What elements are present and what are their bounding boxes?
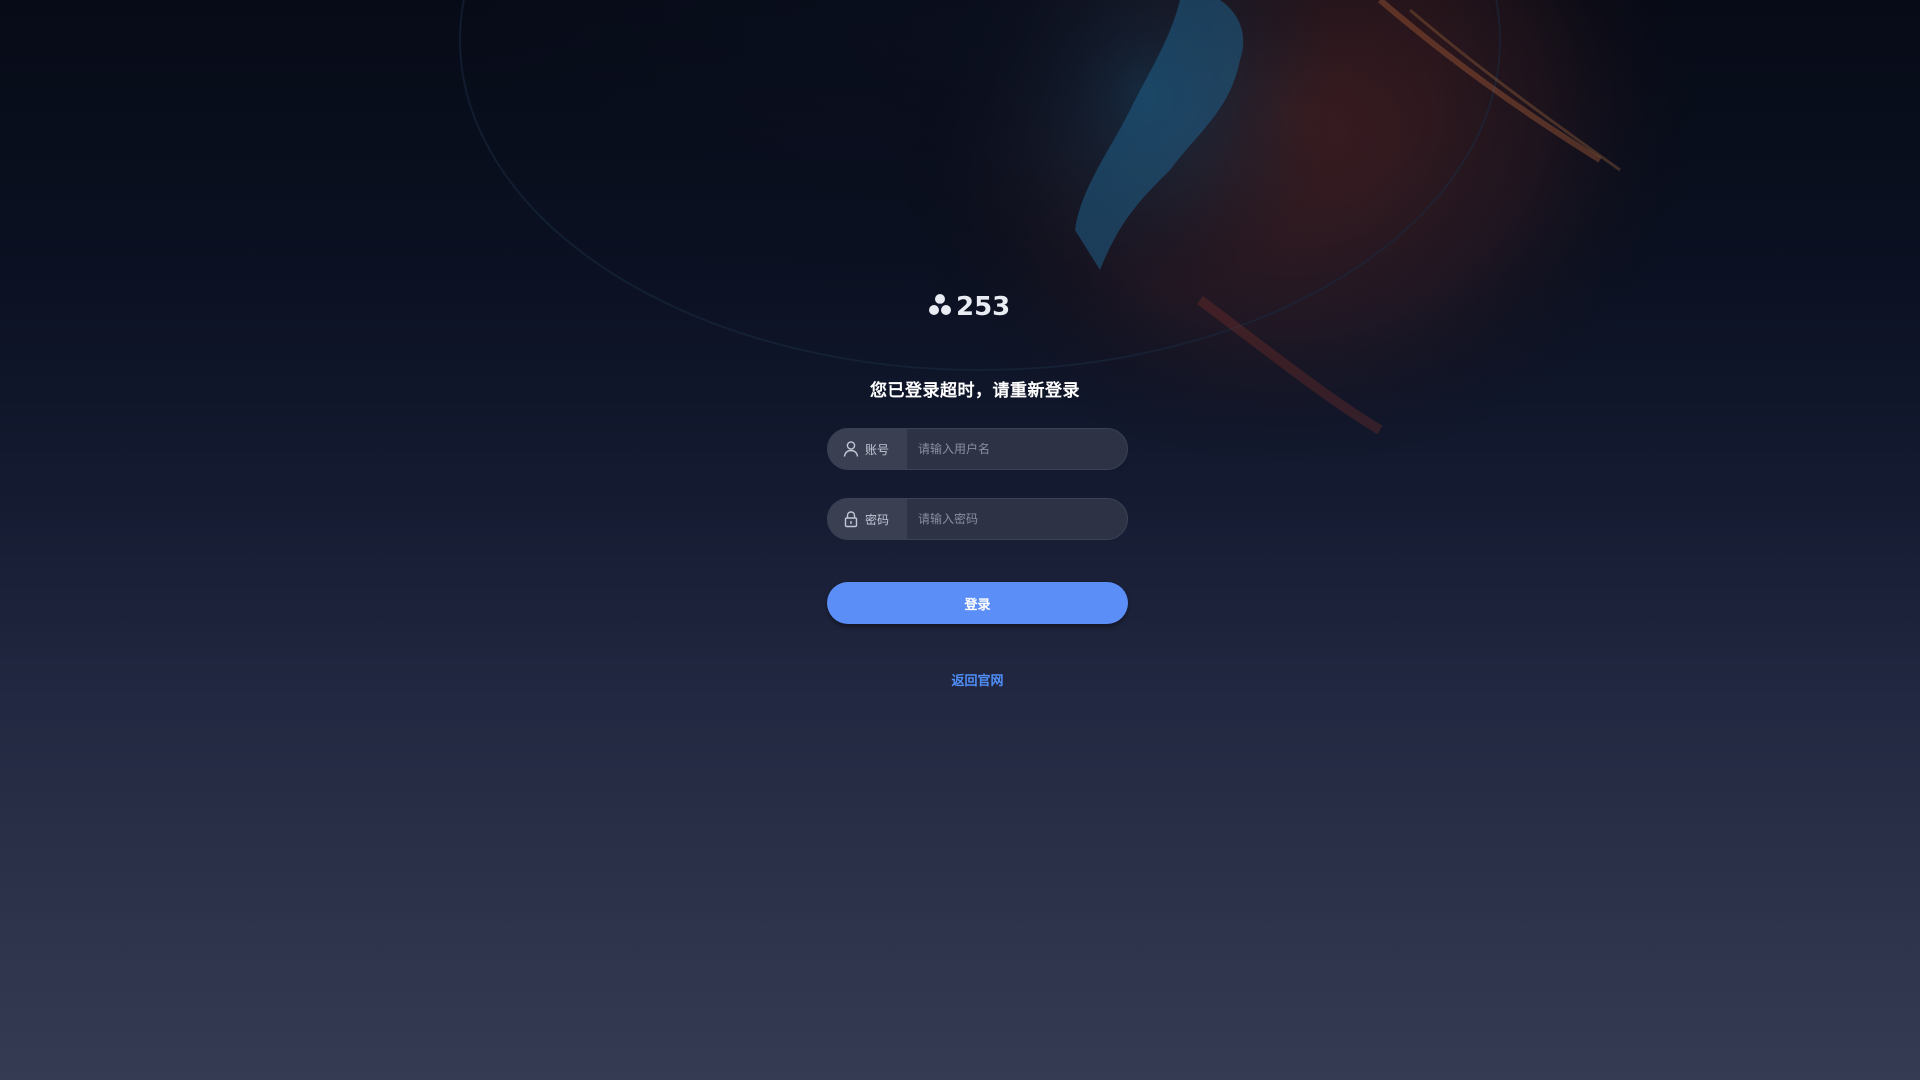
login-button[interactable]: 登录 [827, 582, 1128, 624]
password-input[interactable] [907, 499, 1127, 539]
username-label-box: 账号 [828, 429, 907, 469]
password-label: 密码 [865, 512, 890, 527]
username-field: 账号 [827, 428, 1128, 470]
user-icon [843, 441, 859, 457]
session-timeout-title: 您已登录超时，请重新登录 [870, 381, 1080, 401]
trefoil-logo-icon: 253 [929, 292, 1010, 322]
password-label-box: 密码 [828, 499, 907, 539]
logo-text: 253 [956, 292, 1010, 322]
password-field: 密码 [827, 498, 1128, 540]
username-input[interactable] [907, 429, 1127, 469]
username-label: 账号 [865, 442, 890, 457]
globe-background [459, 0, 1710, 470]
back-to-website-link[interactable]: 返回官网 [900, 670, 1055, 689]
lock-icon [844, 511, 858, 528]
